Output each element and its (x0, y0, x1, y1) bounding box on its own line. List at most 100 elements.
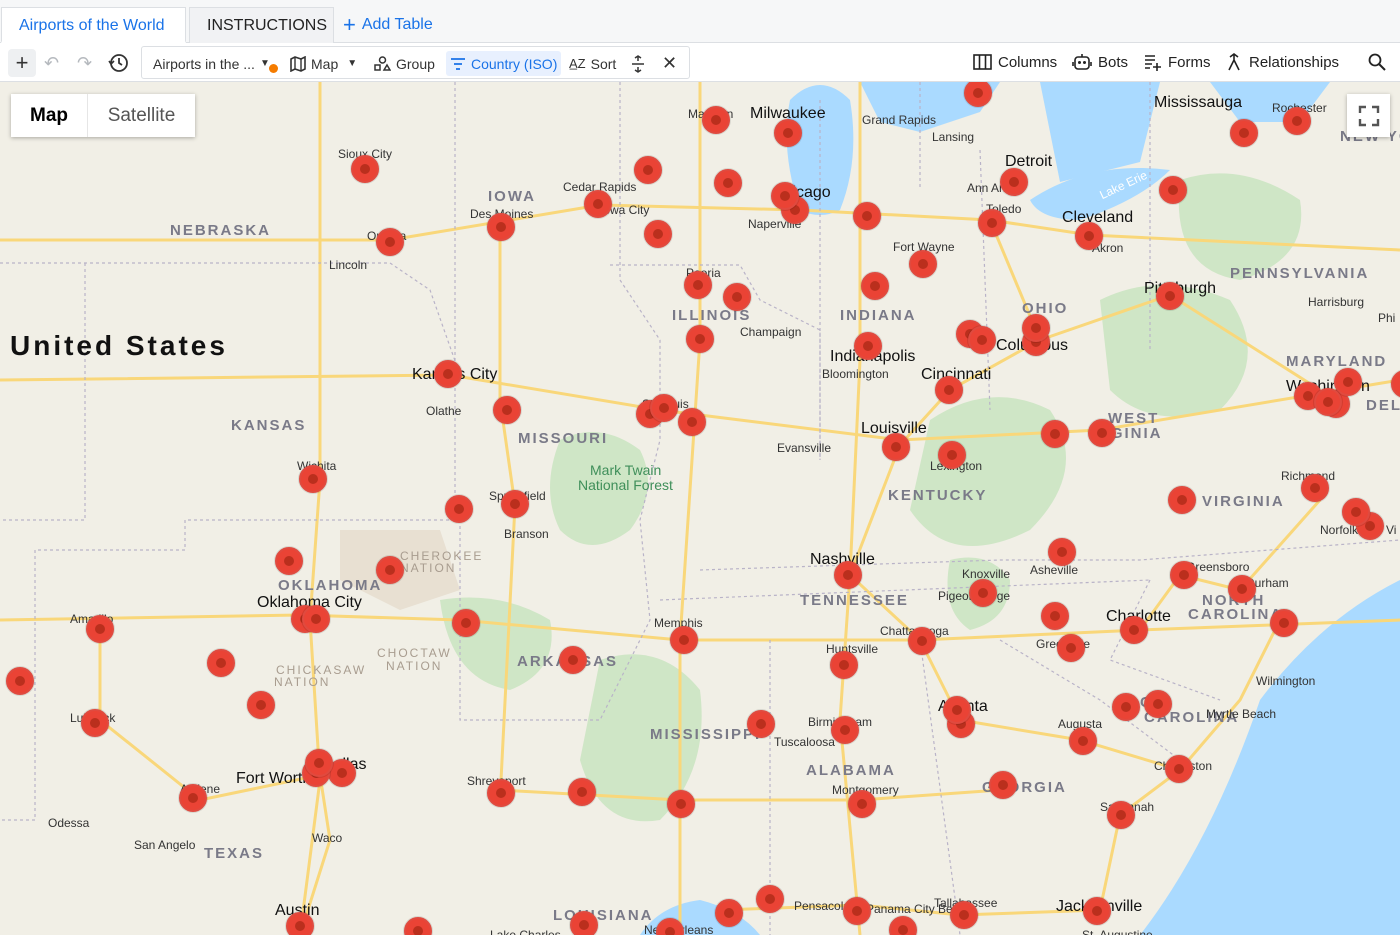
airport-marker[interactable] (207, 649, 235, 677)
airport-marker[interactable] (1159, 176, 1187, 204)
airport-marker[interactable] (247, 691, 275, 719)
map-type-map-button[interactable]: Map (11, 94, 87, 137)
fullscreen-button[interactable] (1347, 94, 1390, 137)
airport-marker[interactable] (1022, 314, 1050, 342)
airport-marker[interactable] (305, 749, 333, 777)
airport-marker[interactable] (286, 912, 314, 935)
airport-marker[interactable] (650, 394, 678, 422)
airport-marker[interactable] (1048, 538, 1076, 566)
map-type-satellite-button[interactable]: Satellite (87, 94, 195, 137)
airport-marker[interactable] (882, 433, 910, 461)
search-button[interactable] (1368, 51, 1386, 73)
airport-marker[interactable] (861, 272, 889, 300)
airport-marker[interactable] (684, 271, 712, 299)
airport-marker[interactable] (1156, 282, 1184, 310)
airport-marker[interactable] (445, 495, 473, 523)
airport-marker[interactable] (715, 899, 743, 927)
airport-marker[interactable] (6, 667, 34, 695)
airport-marker[interactable] (978, 209, 1006, 237)
airport-marker[interactable] (989, 771, 1017, 799)
airport-marker[interactable] (487, 779, 515, 807)
airport-marker[interactable] (568, 778, 596, 806)
airport-marker[interactable] (771, 182, 799, 210)
airport-marker[interactable] (1314, 388, 1342, 416)
airport-marker[interactable] (501, 490, 529, 518)
history-button[interactable] (107, 49, 129, 77)
airport-marker[interactable] (909, 250, 937, 278)
airport-marker[interactable] (1041, 420, 1069, 448)
airport-marker[interactable] (584, 190, 612, 218)
airport-marker[interactable] (834, 561, 862, 589)
airport-marker[interactable] (1112, 693, 1140, 721)
airport-marker[interactable] (938, 441, 966, 469)
sort-button[interactable]: A̲Z Sort (569, 51, 616, 76)
add-record-button[interactable]: + (8, 49, 36, 77)
filter-button[interactable]: Country (ISO) (446, 51, 562, 76)
tab-instructions[interactable]: INSTRUCTIONS (189, 7, 334, 43)
row-height-button[interactable] (631, 51, 645, 76)
airport-marker[interactable] (1170, 561, 1198, 589)
airport-marker[interactable] (1057, 634, 1085, 662)
airport-marker[interactable] (1083, 897, 1111, 925)
airport-marker[interactable] (848, 790, 876, 818)
airport-marker[interactable] (943, 696, 971, 724)
airport-marker[interactable] (968, 326, 996, 354)
airport-marker[interactable] (81, 709, 109, 737)
airport-marker[interactable] (559, 646, 587, 674)
airport-marker[interactable] (854, 332, 882, 360)
airport-marker[interactable] (493, 396, 521, 424)
airport-marker[interactable] (756, 885, 784, 913)
airport-marker[interactable] (376, 228, 404, 256)
airport-marker[interactable] (843, 897, 871, 925)
airport-marker[interactable] (1069, 727, 1097, 755)
add-table-button[interactable]: + Add Table (343, 14, 433, 36)
airport-marker[interactable] (487, 213, 515, 241)
tab-airports-of-the-world[interactable]: Airports of the World (1, 7, 186, 43)
airport-marker[interactable] (1342, 498, 1370, 526)
airport-marker[interactable] (1301, 474, 1329, 502)
airport-marker[interactable] (179, 784, 207, 812)
airport-marker[interactable] (376, 556, 404, 584)
columns-button[interactable]: Columns (973, 51, 1057, 73)
airport-marker[interactable] (1168, 486, 1196, 514)
airport-marker[interactable] (714, 169, 742, 197)
airport-marker[interactable] (950, 901, 978, 929)
airport-marker[interactable] (678, 408, 706, 436)
airport-marker[interactable] (1270, 609, 1298, 637)
airport-marker[interactable] (670, 626, 698, 654)
airport-marker[interactable] (1107, 801, 1135, 829)
airport-marker[interactable] (935, 376, 963, 404)
airport-marker[interactable] (1230, 119, 1258, 147)
airport-marker[interactable] (908, 627, 936, 655)
airport-marker[interactable] (1283, 107, 1311, 135)
airport-marker[interactable] (830, 651, 858, 679)
view-type-selector[interactable]: Map ▼ (290, 51, 357, 76)
airport-marker[interactable] (644, 220, 672, 248)
airport-marker[interactable] (1165, 755, 1193, 783)
airport-marker[interactable] (275, 547, 303, 575)
airport-marker[interactable] (702, 106, 730, 134)
airport-marker[interactable] (1120, 616, 1148, 644)
undo-button[interactable]: ↶ (44, 49, 59, 77)
bots-button[interactable]: Bots (1072, 51, 1128, 73)
airport-marker[interactable] (452, 609, 480, 637)
airport-marker[interactable] (969, 579, 997, 607)
airport-marker[interactable] (634, 156, 662, 184)
map-canvas[interactable]: United States NEBRASKA IOWA ILLINOIS INDIANA… (0, 82, 1400, 935)
redo-button[interactable]: ↷ (77, 49, 92, 77)
airport-marker[interactable] (302, 605, 330, 633)
airport-marker[interactable] (351, 155, 379, 183)
airport-marker[interactable] (686, 325, 714, 353)
airport-marker[interactable] (1000, 168, 1028, 196)
airport-marker[interactable] (1228, 575, 1256, 603)
close-view-button[interactable]: ✕ (662, 51, 677, 76)
relationships-button[interactable]: Relationships (1225, 51, 1339, 73)
airport-marker[interactable] (434, 360, 462, 388)
airport-marker[interactable] (774, 119, 802, 147)
airport-marker[interactable] (299, 465, 327, 493)
group-button[interactable]: Group (374, 51, 435, 76)
airport-marker[interactable] (570, 911, 598, 935)
airport-marker[interactable] (1075, 222, 1103, 250)
airport-marker[interactable] (667, 790, 695, 818)
airport-marker[interactable] (86, 615, 114, 643)
